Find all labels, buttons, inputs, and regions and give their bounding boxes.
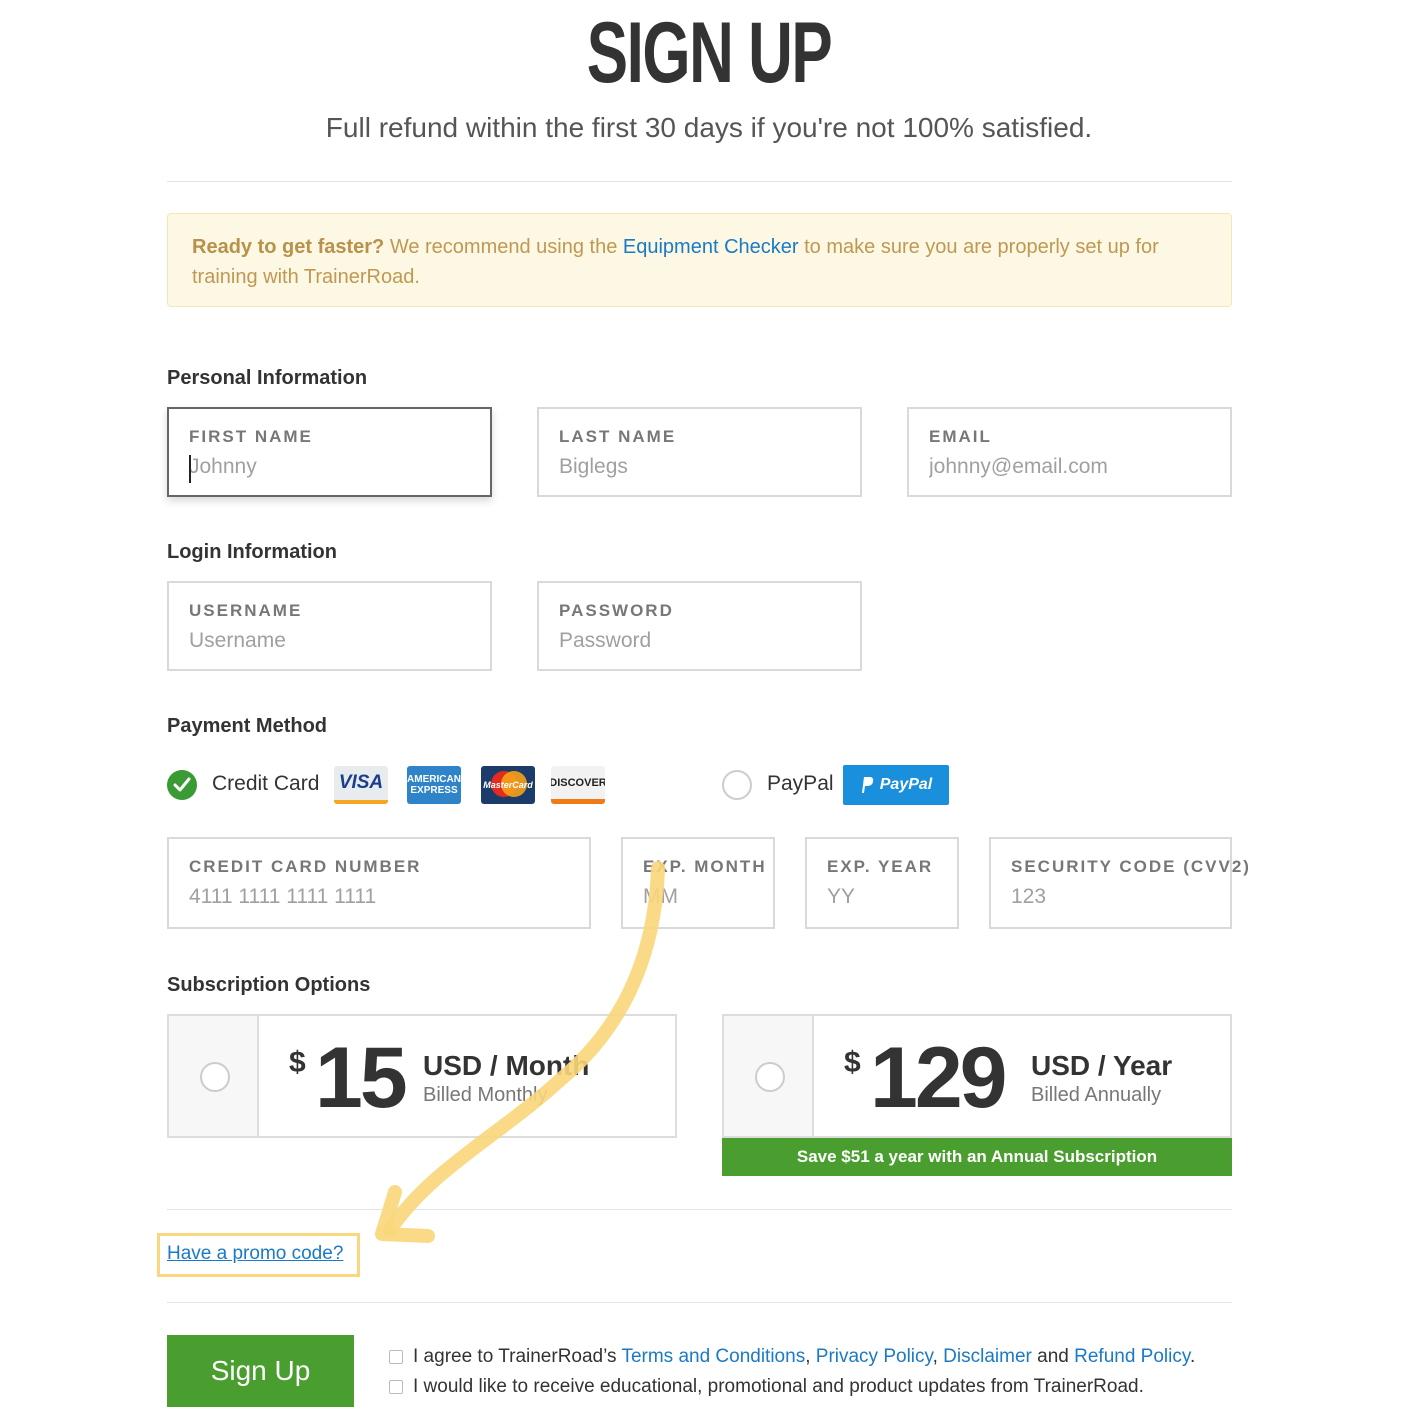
mastercard-logo: MasterCard bbox=[481, 766, 535, 804]
paypal-logo-text: PayPal bbox=[879, 776, 933, 793]
email-input[interactable] bbox=[929, 455, 1210, 479]
paypal-logo: PayPal bbox=[843, 765, 949, 805]
paypal-label[interactable]: PayPal bbox=[767, 772, 834, 796]
discover-logo: DISCOVER bbox=[551, 766, 605, 804]
disclaimer-link[interactable]: Disclaimer bbox=[943, 1346, 1032, 1367]
agree-prefix: I agree to TrainerRoad’s bbox=[413, 1346, 622, 1367]
separator: . bbox=[1189, 1346, 1196, 1367]
yearly-plan-card[interactable]: $ 129 USD / Year Billed Annually bbox=[722, 1014, 1232, 1138]
cvv-label: SECURITY CODE (CVV2) bbox=[1011, 857, 1251, 876]
exp-year-label: EXP. YEAR bbox=[827, 857, 934, 876]
exp-year-field[interactable]: EXP. YEAR bbox=[805, 837, 959, 929]
annual-savings-banner: Save $51 a year with an Annual Subscript… bbox=[722, 1138, 1232, 1176]
terms-agreement-row: I agree to TrainerRoad’s Terms and Condi… bbox=[389, 1346, 1195, 1368]
exp-month-input[interactable] bbox=[643, 885, 753, 909]
sign-up-button[interactable]: Sign Up bbox=[167, 1335, 354, 1407]
exp-year-input[interactable] bbox=[827, 885, 937, 909]
monthly-amount: 15 bbox=[315, 1030, 408, 1126]
notice-bold: Ready to get faster? bbox=[192, 236, 385, 258]
terms-checkbox[interactable] bbox=[389, 1350, 403, 1364]
exp-month-label: EXP. MONTH bbox=[643, 857, 767, 876]
credit-card-label[interactable]: Credit Card bbox=[212, 772, 319, 796]
yearly-currency: $ bbox=[844, 1046, 861, 1079]
visa-logo: VISA bbox=[334, 766, 388, 804]
monthly-billed: Billed Monthly bbox=[423, 1084, 548, 1106]
page-subtitle: Full refund within the first 30 days if … bbox=[325, 112, 1093, 143]
payment-method-heading: Payment Method bbox=[167, 715, 328, 737]
monthly-unit: USD / Month bbox=[423, 1050, 590, 1081]
first-name-field[interactable]: FIRST NAME bbox=[167, 407, 492, 497]
mastercard-logo-text: MasterCard bbox=[483, 780, 533, 790]
amex-logo-bottom: EXPRESS bbox=[410, 785, 458, 796]
divider bbox=[167, 181, 1232, 182]
terms-link[interactable]: Terms and Conditions bbox=[621, 1346, 805, 1367]
monthly-plan-radio[interactable] bbox=[200, 1062, 230, 1092]
page-title: SIGN UP bbox=[586, 5, 833, 101]
last-name-field[interactable]: LAST NAME bbox=[537, 407, 862, 497]
email-label: EMAIL bbox=[929, 427, 992, 446]
security-code-field[interactable]: SECURITY CODE (CVV2) bbox=[989, 837, 1251, 929]
yearly-plan-radio-column bbox=[724, 1016, 814, 1136]
privacy-policy-link[interactable]: Privacy Policy bbox=[816, 1346, 933, 1367]
amex-logo-top: AMERICAN bbox=[407, 774, 461, 785]
username-label: USERNAME bbox=[189, 601, 303, 620]
equipment-notice: Ready to get faster? We recommend using … bbox=[167, 213, 1232, 307]
login-info-heading: Login Information bbox=[167, 541, 337, 563]
separator: and bbox=[1031, 1346, 1075, 1367]
updates-agreement-row: I would like to receive educational, pro… bbox=[389, 1376, 1144, 1398]
card-number-input[interactable] bbox=[189, 885, 569, 909]
updates-text: I would like to receive educational, pro… bbox=[413, 1376, 1144, 1397]
last-name-input[interactable] bbox=[559, 455, 840, 479]
password-input[interactable] bbox=[559, 629, 840, 653]
credit-card-number-field[interactable]: CREDIT CARD NUMBER bbox=[167, 837, 591, 929]
password-field[interactable]: PASSWORD bbox=[537, 581, 862, 671]
cvv-input[interactable] bbox=[1011, 885, 1210, 909]
email-field[interactable]: EMAIL bbox=[907, 407, 1232, 497]
updates-checkbox[interactable] bbox=[389, 1380, 403, 1394]
notice-text: We recommend using the bbox=[384, 236, 623, 258]
amex-logo: AMERICAN EXPRESS bbox=[407, 766, 461, 804]
password-label: PASSWORD bbox=[559, 601, 674, 620]
yearly-billed: Billed Annually bbox=[1031, 1084, 1162, 1106]
promo-code-link[interactable]: Have a promo code? bbox=[167, 1243, 343, 1265]
yearly-amount: 129 bbox=[870, 1030, 1007, 1126]
yearly-plan-radio[interactable] bbox=[755, 1062, 785, 1092]
exp-month-field[interactable]: EXP. MONTH bbox=[621, 837, 775, 929]
separator: , bbox=[932, 1346, 944, 1367]
yearly-unit: USD / Year bbox=[1031, 1050, 1173, 1081]
username-field[interactable]: USERNAME bbox=[167, 581, 492, 671]
first-name-input[interactable] bbox=[189, 455, 470, 479]
credit-card-radio-checked[interactable] bbox=[167, 770, 197, 800]
monthly-plan-radio-column bbox=[169, 1016, 259, 1136]
monthly-currency: $ bbox=[289, 1046, 306, 1079]
personal-info-heading: Personal Information bbox=[167, 367, 368, 389]
divider bbox=[167, 1302, 1232, 1303]
first-name-label: FIRST NAME bbox=[189, 427, 313, 446]
monthly-plan-card[interactable]: $ 15 USD / Month Billed Monthly bbox=[167, 1014, 677, 1138]
text-caret bbox=[189, 455, 191, 483]
card-number-label: CREDIT CARD NUMBER bbox=[189, 857, 422, 876]
refund-policy-link[interactable]: Refund Policy bbox=[1074, 1346, 1190, 1367]
equipment-checker-link[interactable]: Equipment Checker bbox=[623, 236, 799, 258]
subscription-options-heading: Subscription Options bbox=[167, 974, 371, 996]
username-input[interactable] bbox=[189, 629, 470, 653]
paypal-p-icon bbox=[861, 777, 873, 793]
last-name-label: LAST NAME bbox=[559, 427, 677, 446]
separator: , bbox=[805, 1346, 816, 1367]
divider bbox=[167, 1209, 1232, 1210]
checkmark-icon bbox=[173, 777, 191, 792]
paypal-radio[interactable] bbox=[722, 770, 752, 800]
